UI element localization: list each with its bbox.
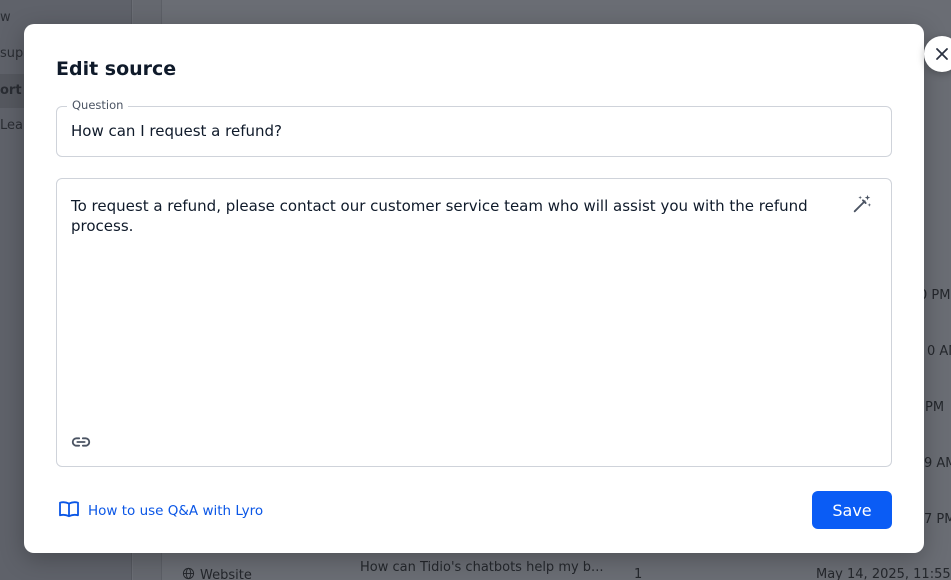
background-row-date: May 14, 2025, 11:55 AM [816, 567, 951, 580]
question-input[interactable]: How can I request a refund? [71, 122, 282, 140]
background-time: 9 AM [924, 456, 951, 471]
sidebar-item: sup [0, 46, 24, 61]
edit-source-modal: Edit source Question How can I request a… [24, 24, 951, 553]
background-row-source: Website [182, 567, 252, 580]
book-icon [58, 500, 80, 522]
sidebar-item: w [0, 10, 11, 25]
answer-field[interactable]: To request a refund, please contact our … [56, 178, 892, 467]
modal-title: Edit source [56, 58, 177, 80]
close-icon[interactable] [934, 46, 950, 62]
background-row-question: How can Tidio's chatbots help my b... [360, 560, 604, 575]
background-time: 7 PM [924, 512, 951, 527]
magic-wand-icon[interactable] [851, 193, 873, 215]
save-button[interactable]: Save [812, 491, 892, 529]
question-field[interactable]: Question How can I request a refund? [56, 98, 892, 157]
help-link[interactable]: How to use Q&A with Lyro [58, 500, 263, 522]
globe-icon [182, 567, 195, 580]
background-time: PM [925, 400, 945, 415]
help-link-label[interactable]: How to use Q&A with Lyro [88, 503, 263, 519]
link-icon[interactable] [70, 431, 92, 453]
question-label: Question [67, 98, 129, 112]
answer-textarea[interactable]: To request a refund, please contact our … [71, 196, 811, 236]
background-row-count: 1 [634, 567, 643, 580]
sidebar-item: Lea [0, 118, 23, 133]
background-row-source-label: Website [200, 568, 252, 580]
background-time: 0 AM [927, 344, 951, 359]
